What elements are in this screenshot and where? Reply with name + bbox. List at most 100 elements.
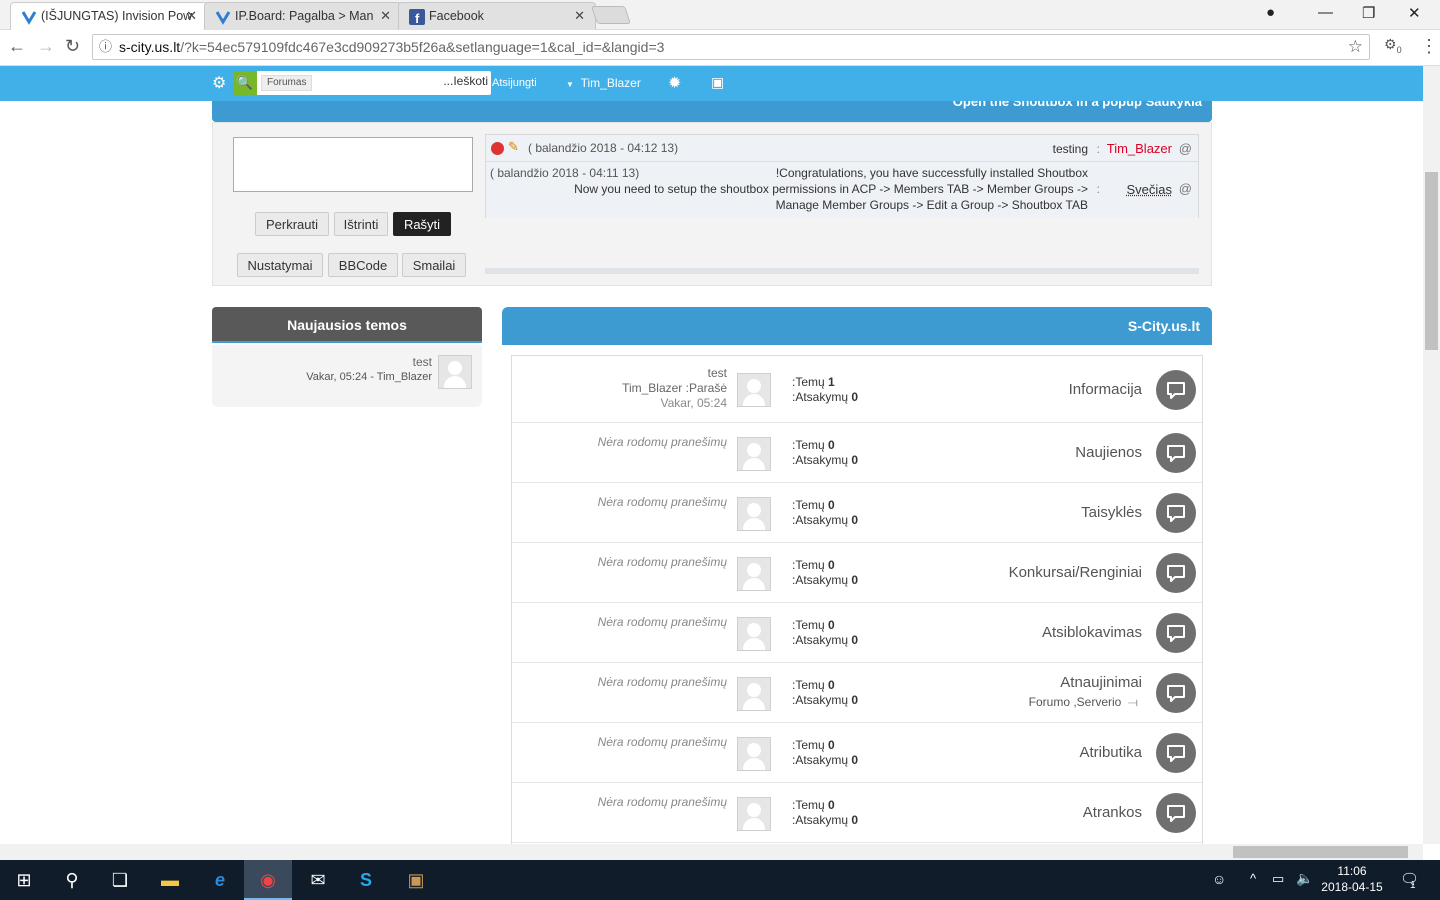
forum-chat-bubble-icon[interactable] [1156, 433, 1196, 473]
mail-icon[interactable]: ✉ [294, 860, 342, 900]
task-view-icon[interactable]: ❏ [96, 860, 144, 900]
avatar[interactable] [737, 373, 771, 407]
avatar[interactable] [737, 737, 771, 771]
forum-chat-bubble-icon[interactable] [1156, 733, 1196, 773]
back-icon[interactable]: ← [8, 36, 26, 57]
show-hidden-icons[interactable]: ^ [1250, 871, 1256, 886]
avatar[interactable] [737, 617, 771, 651]
forum-chat-bubble-icon[interactable] [1156, 553, 1196, 593]
forum-category-header[interactable]: S-City.us.lt [502, 307, 1212, 345]
avatar[interactable] [737, 557, 771, 591]
avatar[interactable] [737, 437, 771, 471]
close-window-icon[interactable]: ✕ [1408, 4, 1421, 22]
forum-name-link[interactable]: Informacija [1069, 381, 1142, 398]
maximize-icon[interactable]: ❐ [1362, 4, 1375, 22]
avatar[interactable] [737, 497, 771, 531]
clock-time: 11:06 [1337, 864, 1367, 878]
forum-name-link[interactable]: Atnaujinimai [1060, 674, 1142, 691]
shout-input[interactable] [233, 137, 473, 192]
avatar[interactable] [438, 355, 472, 389]
tab-ipboard[interactable]: IP.Board: Pagalba > Man ✕ [204, 2, 402, 30]
last-post-title[interactable]: test [622, 366, 727, 381]
search-input[interactable]: Forumas ...Ieškoti [257, 71, 491, 95]
tab-close-icon[interactable]: ✕ [574, 3, 585, 29]
chrome-icon[interactable]: ◉ [244, 860, 292, 900]
mention-icon[interactable]: @ [1179, 141, 1192, 156]
extension-icon[interactable]: ⚙0 [1384, 36, 1402, 55]
smilies-button[interactable]: Smailai [402, 253, 466, 277]
network-icon[interactable]: ▭ [1272, 871, 1284, 887]
forum-chat-bubble-icon[interactable] [1156, 793, 1196, 833]
delete-button[interactable]: Ištrinti [334, 212, 388, 236]
tab-close-icon[interactable]: ✕ [380, 3, 391, 29]
horizontal-scroll-thumb[interactable] [1233, 846, 1408, 858]
tab-invision[interactable]: (IŠJUNGTAS) Invision Pow ✕ [10, 2, 208, 30]
forum-chat-bubble-icon[interactable] [1156, 613, 1196, 653]
shout-author[interactable]: Svečias [1126, 182, 1172, 197]
settings-gear-icon[interactable]: ⚙ [212, 73, 226, 93]
address-bar[interactable]: ⓘ s-city.us.lt/?k=54ec579109fdc467e3cd90… [92, 34, 1370, 60]
shoutbox-title[interactable]: Open the Shoutbox in a popup Šaukykla [953, 101, 1202, 109]
forum-row: Nėra rodomų pranešimų:Temų 0:Atsakymų 0 T… [512, 483, 1202, 543]
tab-facebook[interactable]: f Facebook ✕ [398, 2, 596, 30]
avatar[interactable] [737, 797, 771, 831]
profile-icon[interactable]: ● [1266, 4, 1275, 21]
topics-label: :Temų [792, 375, 825, 389]
search-icon[interactable]: 🔍 [233, 71, 257, 95]
topics-count: 0 [828, 798, 835, 812]
browser-tab-strip: (IŠJUNGTAS) Invision Pow ✕ IP.Board: Pag… [0, 0, 1440, 30]
forum-name-link[interactable]: Atsiblokavimas [1042, 624, 1142, 641]
shout-scrollbar[interactable] [485, 268, 1199, 274]
forum-name-link[interactable]: Atrankos [1083, 804, 1142, 821]
vertical-scroll-thumb[interactable] [1425, 172, 1438, 350]
messages-icon[interactable]: ▣ [711, 74, 724, 91]
forum-name-link[interactable]: Taisyklės [1081, 504, 1142, 521]
bbcode-button[interactable]: BBCode [328, 253, 398, 277]
browser-menu-icon[interactable]: ⋮ [1420, 36, 1438, 57]
file-explorer-icon[interactable]: ▬ [146, 860, 194, 900]
user-menu[interactable]: ▼ Tim_Blazer [566, 76, 641, 90]
forum-chat-bubble-icon[interactable] [1156, 493, 1196, 533]
forum-name-link[interactable]: Naujienos [1075, 444, 1142, 461]
replies-count: 0 [851, 633, 859, 647]
system-clock[interactable]: 11:06 2018-04-15 [1318, 863, 1386, 895]
skype-icon[interactable]: S [342, 860, 390, 900]
write-button[interactable]: Rašyti [393, 212, 451, 236]
topics-label: :Temų [792, 618, 825, 632]
volume-icon[interactable]: 🔈 [1296, 870, 1313, 887]
latest-topic-link[interactable]: test [413, 355, 432, 369]
vertical-scrollbar[interactable] [1423, 66, 1440, 844]
horizontal-scrollbar[interactable] [0, 844, 1423, 860]
minimize-icon[interactable]: — [1318, 4, 1333, 21]
reload-icon[interactable]: ↻ [65, 36, 80, 57]
last-post-author[interactable]: Tim_Blazer :Parašė [622, 381, 727, 396]
forum-name-link[interactable]: Atributika [1079, 744, 1142, 761]
replies-label: :Atsakymų [792, 573, 849, 587]
forum-chat-bubble-icon[interactable] [1156, 370, 1196, 410]
logout-link[interactable]: Atsijungti [492, 77, 537, 89]
internet-explorer-icon[interactable]: e [196, 860, 244, 900]
windows-start-icon[interactable]: ⊞ [0, 860, 48, 900]
settings-button[interactable]: Nustatymai [237, 253, 323, 277]
chevron-down-icon: ▼ [566, 80, 574, 89]
avatar[interactable] [737, 677, 771, 711]
edit-shout-icon[interactable]: ✎ [508, 139, 519, 155]
search-button[interactable]: ...Ieškoti [443, 74, 488, 88]
shout-author[interactable]: Tim_Blazer [1107, 141, 1172, 156]
forum-name-link[interactable]: Konkursai/Renginiai [1009, 564, 1142, 581]
subforums-list[interactable]: Forumo ,Serverio ⟞ [1029, 695, 1138, 710]
delete-shout-icon[interactable] [491, 142, 504, 155]
new-tab-button[interactable] [591, 6, 631, 24]
people-icon[interactable]: ☺ [1212, 871, 1226, 887]
search-scope[interactable]: Forumas [261, 75, 313, 91]
app-icon[interactable]: ▣ [392, 860, 440, 900]
forum-chat-bubble-icon[interactable] [1156, 673, 1196, 713]
search-icon[interactable]: ⚲ [48, 860, 96, 900]
tab-close-icon[interactable]: ✕ [186, 3, 197, 29]
bookmark-star-icon[interactable]: ☆ [1348, 35, 1363, 59]
account-settings-icon[interactable]: ✹ [668, 73, 681, 93]
forward-icon[interactable]: → [37, 36, 55, 57]
reload-button[interactable]: Perkrauti [255, 212, 329, 236]
mention-icon[interactable]: @ [1179, 181, 1192, 196]
site-info-icon[interactable]: ⓘ [99, 35, 112, 59]
